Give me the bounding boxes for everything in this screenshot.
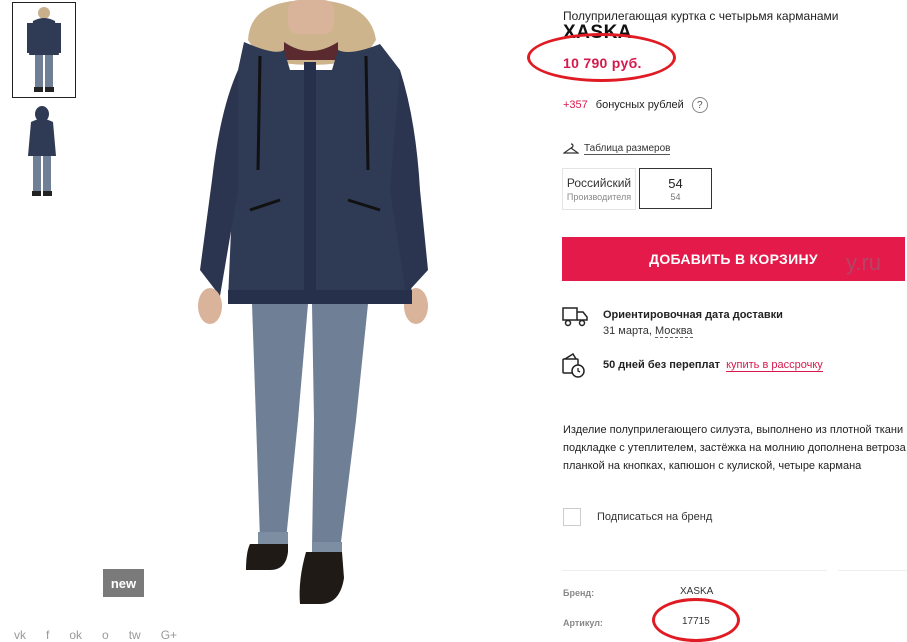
hanger-icon <box>563 143 579 154</box>
wallet-clock-icon <box>562 353 585 378</box>
spec-brand-label: Бренд: <box>563 588 595 598</box>
installment-info: 50 дней без переплат купить в рассрочку <box>603 359 823 372</box>
bonus-amount: +357 <box>563 99 588 111</box>
bonus-help-icon[interactable]: ? <box>691 97 708 113</box>
social-share-bar: vk f ok o tw G+ <box>14 628 177 642</box>
thumbnail-back[interactable] <box>22 104 62 200</box>
delivery-city-link[interactable]: Москва <box>655 325 693 338</box>
installment-link[interactable]: купить в рассрочку <box>726 359 823 372</box>
odnoklassniki-icon[interactable]: ok <box>69 628 82 642</box>
subscribe-checkbox[interactable] <box>563 508 581 526</box>
share-icon[interactable]: o <box>102 628 109 642</box>
google-plus-icon[interactable]: G+ <box>161 628 177 642</box>
description-line-2: подкладке с утеплителем, застёжка на мол… <box>563 442 906 454</box>
spec-brand-value[interactable]: XASKA <box>680 586 713 597</box>
delivery-title: Ориентировочная дата доставки <box>603 309 783 321</box>
delivery-date: 31 марта, Москва <box>603 325 693 338</box>
thumbnail-back-image <box>28 106 56 196</box>
size-system-label: Российский <box>566 176 632 190</box>
divider <box>838 570 907 571</box>
product-main-image[interactable] <box>180 0 440 610</box>
watermark-text: y.ru <box>846 250 882 275</box>
facebook-icon[interactable]: f <box>46 628 49 642</box>
size-option-54[interactable]: 54 54 <box>639 168 712 209</box>
thumbnail-front[interactable] <box>12 2 76 98</box>
divider <box>562 570 827 571</box>
product-subtitle: Полуприлегающая куртка с четырьмя карман… <box>563 9 839 23</box>
size-system-selector[interactable]: Российский Производителя <box>562 168 636 210</box>
spec-article-label: Артикул: <box>563 618 603 628</box>
subscribe-label[interactable]: Подписаться на бренд <box>597 511 712 523</box>
new-badge: new <box>103 569 144 597</box>
bonus-info: +357 бонусных рублей ? <box>563 97 708 113</box>
delivery-truck-icon <box>562 307 588 327</box>
size-system-sublabel: Производителя <box>566 192 632 202</box>
description-line-3: планкой на кнопках, капюшон с кулиской, … <box>563 460 862 472</box>
size-option-main: 54 <box>668 176 683 191</box>
delivery-date-value: 31 марта, <box>603 325 652 337</box>
thumbnail-front-image <box>27 7 61 92</box>
size-table-label: Таблица размеров <box>584 143 671 155</box>
price-annotation-circle <box>527 33 676 82</box>
bonus-label: бонусных рублей <box>595 99 684 111</box>
description-line-1: Изделие полуприлегающего силуэта, выполн… <box>563 424 904 436</box>
product-description: Изделие полуприлегающего силуэта, выполн… <box>563 421 907 475</box>
installment-text: 50 дней без переплат <box>603 359 721 371</box>
twitter-icon[interactable]: tw <box>129 628 141 642</box>
article-annotation-circle <box>652 598 740 642</box>
size-option-sub: 54 <box>670 192 681 202</box>
vk-icon[interactable]: vk <box>14 628 26 642</box>
size-table-link[interactable]: Таблица размеров <box>563 143 671 155</box>
